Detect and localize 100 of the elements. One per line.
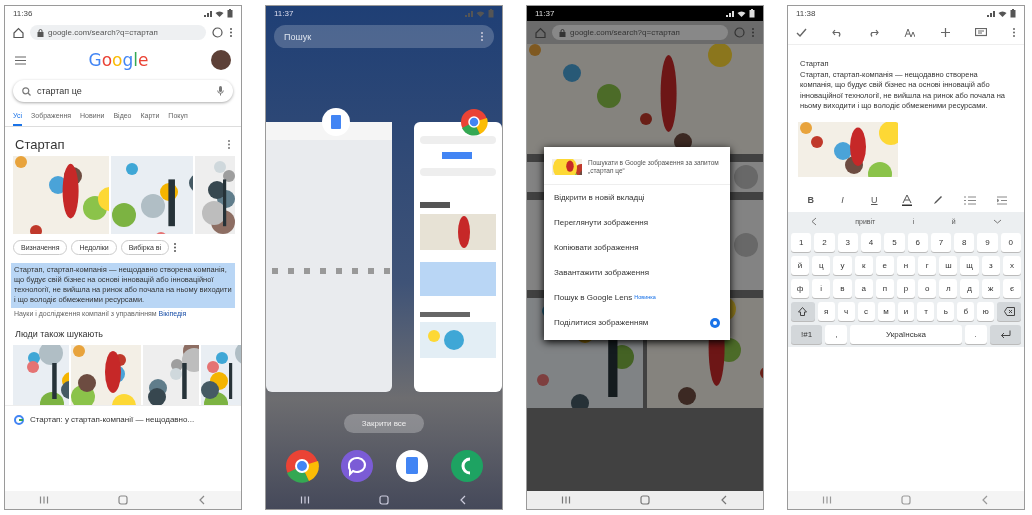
search-field[interactable]: Пошук [274,25,494,48]
browser-app-icon[interactable] [460,108,488,136]
more-icon[interactable] [1011,27,1016,38]
keyboard-key[interactable]: о [918,278,937,298]
indent-icon[interactable] [997,195,1008,205]
home-icon[interactable] [13,27,24,38]
keyboard-key[interactable]: и [897,301,915,321]
more-icon[interactable] [480,31,484,42]
keyboard-key[interactable]: !#1 [791,324,823,344]
home-icon[interactable] [640,495,650,505]
battery-icon [1010,9,1016,18]
app-preview-drawing[interactable] [414,122,502,392]
recent-apps-icon[interactable] [39,495,50,505]
document-app-icon[interactable] [394,449,429,483]
keyboard-key[interactable]: а [854,278,873,298]
keyboard-key[interactable]: ц [812,255,831,275]
keyboard-key[interactable]: п [875,278,894,298]
keyboard-key[interactable]: і [812,278,831,298]
menu-icon[interactable] [15,55,26,65]
keyboard-key[interactable]: 3 [837,232,858,252]
highlight-icon[interactable] [932,195,943,205]
backspace-key[interactable] [997,301,1022,321]
battery-icon [488,9,494,18]
document-app-icon[interactable] [322,108,350,136]
keyboard-key[interactable]: щ [960,255,979,275]
shift-icon [798,306,808,316]
keyboard-key[interactable]: 7 [930,232,952,252]
keyboard-key[interactable]: р [896,278,916,298]
keyboard-key[interactable]: 8 [954,232,975,252]
keyboard-key[interactable]: 0 [1000,232,1021,252]
tabs-icon[interactable] [212,27,223,38]
keyboard-key[interactable]: . [964,324,987,344]
format-button[interactable]: I [838,195,847,205]
keyboard-key[interactable]: 4 [860,232,882,252]
more-icon[interactable] [229,27,233,38]
text-color-icon[interactable] [901,194,912,206]
keyboard-key[interactable]: я [817,301,835,321]
redo-icon[interactable] [868,28,880,37]
more-icon[interactable] [227,139,231,150]
menu-item[interactable]: Копіювати зображення [554,242,639,252]
menu-item[interactable]: Переглянути зображення [554,217,649,227]
more-icon[interactable] [173,242,178,253]
avatar[interactable] [211,50,231,70]
keyboard-key[interactable]: з [981,255,1000,275]
undo-icon[interactable] [832,28,844,37]
keyboard-key[interactable]: 5 [884,232,905,252]
menu-item[interactable]: Завантажити зображення [554,267,649,277]
format-button[interactable]: U [868,195,881,205]
keyboard-key[interactable]: г [918,255,937,275]
keyboard-key[interactable]: ж [981,278,1000,298]
keyboard-key[interactable]: х [1002,255,1022,275]
menu-item[interactable]: Відкрити в новій вкладці [554,192,645,202]
browser-app-icon[interactable] [284,449,319,483]
keyboard-key[interactable]: ю [977,301,995,321]
list-icon[interactable] [964,195,977,205]
check-icon[interactable] [796,28,807,37]
keyboard-key[interactable]: у [833,255,852,275]
keyboard-key[interactable]: ч [837,301,855,321]
keyboard-key[interactable]: 1 [791,232,812,252]
address-bar[interactable]: google.com/search?q=стартап [552,25,728,40]
keyboard-key[interactable]: л [939,278,958,298]
keyboard-key[interactable]: д [960,278,979,298]
google-g-icon [14,414,24,425]
keyboard-key[interactable]: н [896,255,916,275]
status-time: 11:36 [13,9,33,18]
shift-key[interactable] [791,301,815,321]
space-key[interactable]: Українська [850,324,962,344]
search-field[interactable]: стартап це [13,80,233,102]
keyboard-key[interactable]: с [857,301,875,321]
chat-app-icon[interactable] [339,449,374,483]
recent-apps-icon[interactable] [561,495,572,505]
back-icon[interactable] [809,216,818,226]
keyboard-key[interactable]: м [877,301,895,321]
search-icon [22,86,31,96]
comment-icon[interactable] [974,27,987,38]
keyboard-key[interactable]: е [875,255,894,275]
keyboard-key[interactable]: 9 [977,232,998,252]
add-icon[interactable] [940,28,950,37]
text-format-icon[interactable] [904,28,916,37]
keyboard-key[interactable]: к [854,255,873,275]
keyboard-key[interactable]: ь [937,301,955,321]
keyboard-key[interactable]: 2 [814,232,835,252]
keyboard-key[interactable]: в [833,278,852,298]
keyboard-key[interactable]: ш [939,255,958,275]
call-app-icon[interactable] [449,449,484,483]
keyboard-key[interactable]: б [957,301,975,321]
menu-item[interactable]: Поділитися зображенням [554,318,649,328]
result-link[interactable]: Стартап: у стартап-компанії — нещодавно... [30,415,195,424]
backspace-icon [1003,306,1015,316]
wifi-icon [737,9,746,18]
keyboard-key[interactable]: т [917,301,935,321]
recent-apps-icon[interactable] [822,495,833,505]
address-bar[interactable]: google.com/search?q=стартап [30,25,206,40]
format-button[interactable]: B [804,195,818,205]
keyboard-key[interactable]: є [1002,278,1022,298]
keyboard-key[interactable]: й [790,255,810,275]
keyboard-key[interactable]: , [825,324,848,344]
keyboard-key[interactable]: 6 [907,232,928,252]
keyboard-key[interactable]: ф [790,278,810,298]
menu-item[interactable]: Пошук в Google Lens [554,292,633,302]
